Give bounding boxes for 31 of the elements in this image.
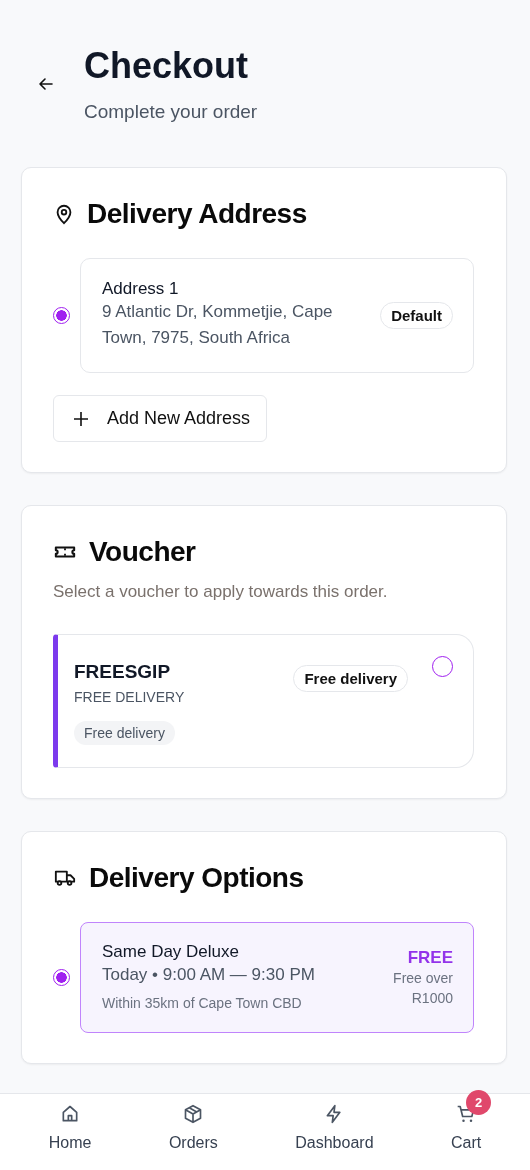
back-arrow-icon[interactable] — [38, 76, 54, 92]
address-text: 9 Atlantic Dr, Kommetjie, Cape Town, 7975, South Africa — [102, 301, 334, 349]
nav-item[interactable]: Orders — [160, 1094, 226, 1170]
nav-item[interactable]: Dashboard — [287, 1094, 382, 1170]
voucher-option[interactable]: FREESGIP FREE DELIVERY Free delivery Free delivery — [53, 634, 474, 768]
delivery-option[interactable]: Same Day Deluxe Today • 9:00 AM — 9:30 PM Within 35km of Cape Town CBD FREE Free over R1000 — [80, 922, 474, 1033]
radio-button[interactable] — [432, 656, 453, 677]
nav-item[interactable]: Home — [40, 1094, 100, 1170]
delivery-name: Same Day Deluxe — [102, 942, 240, 962]
count-badge: 2 — [466, 1090, 492, 1115]
voucher-code: FREESGIP — [74, 661, 171, 683]
radio-button[interactable] — [53, 969, 70, 986]
page-subtitle: Complete your order — [84, 101, 258, 123]
delivery-note: Within 35km of Cape Town CBD — [102, 994, 303, 1013]
address-option[interactable]: Address 1 9 Atlantic Dr, Kommetjie, Cape Town, 7975, South Africa Default — [80, 258, 474, 373]
price-note: Free over R1000 — [392, 968, 453, 1008]
add-address-button[interactable]: Add New Address — [53, 395, 268, 442]
address-name: Address 1 — [102, 279, 180, 299]
page-title: Checkout — [84, 45, 250, 87]
voucher-tag: Free delivery — [74, 721, 175, 745]
section-title: Delivery Address — [87, 198, 307, 230]
delivery-price: FREE — [407, 947, 453, 968]
section-title: Delivery Options — [89, 862, 304, 894]
box-icon — [183, 1104, 204, 1124]
delivery-time: Today • 9:00 AM — 9:30 PM — [102, 964, 316, 986]
voucher-type: FREE DELIVERY — [74, 689, 185, 705]
radio-button[interactable] — [53, 307, 70, 324]
section-description: Select a voucher to apply towards this order. — [53, 582, 389, 602]
section-title: Voucher — [89, 536, 196, 568]
plus-icon — [73, 410, 89, 427]
home-icon — [60, 1104, 81, 1124]
